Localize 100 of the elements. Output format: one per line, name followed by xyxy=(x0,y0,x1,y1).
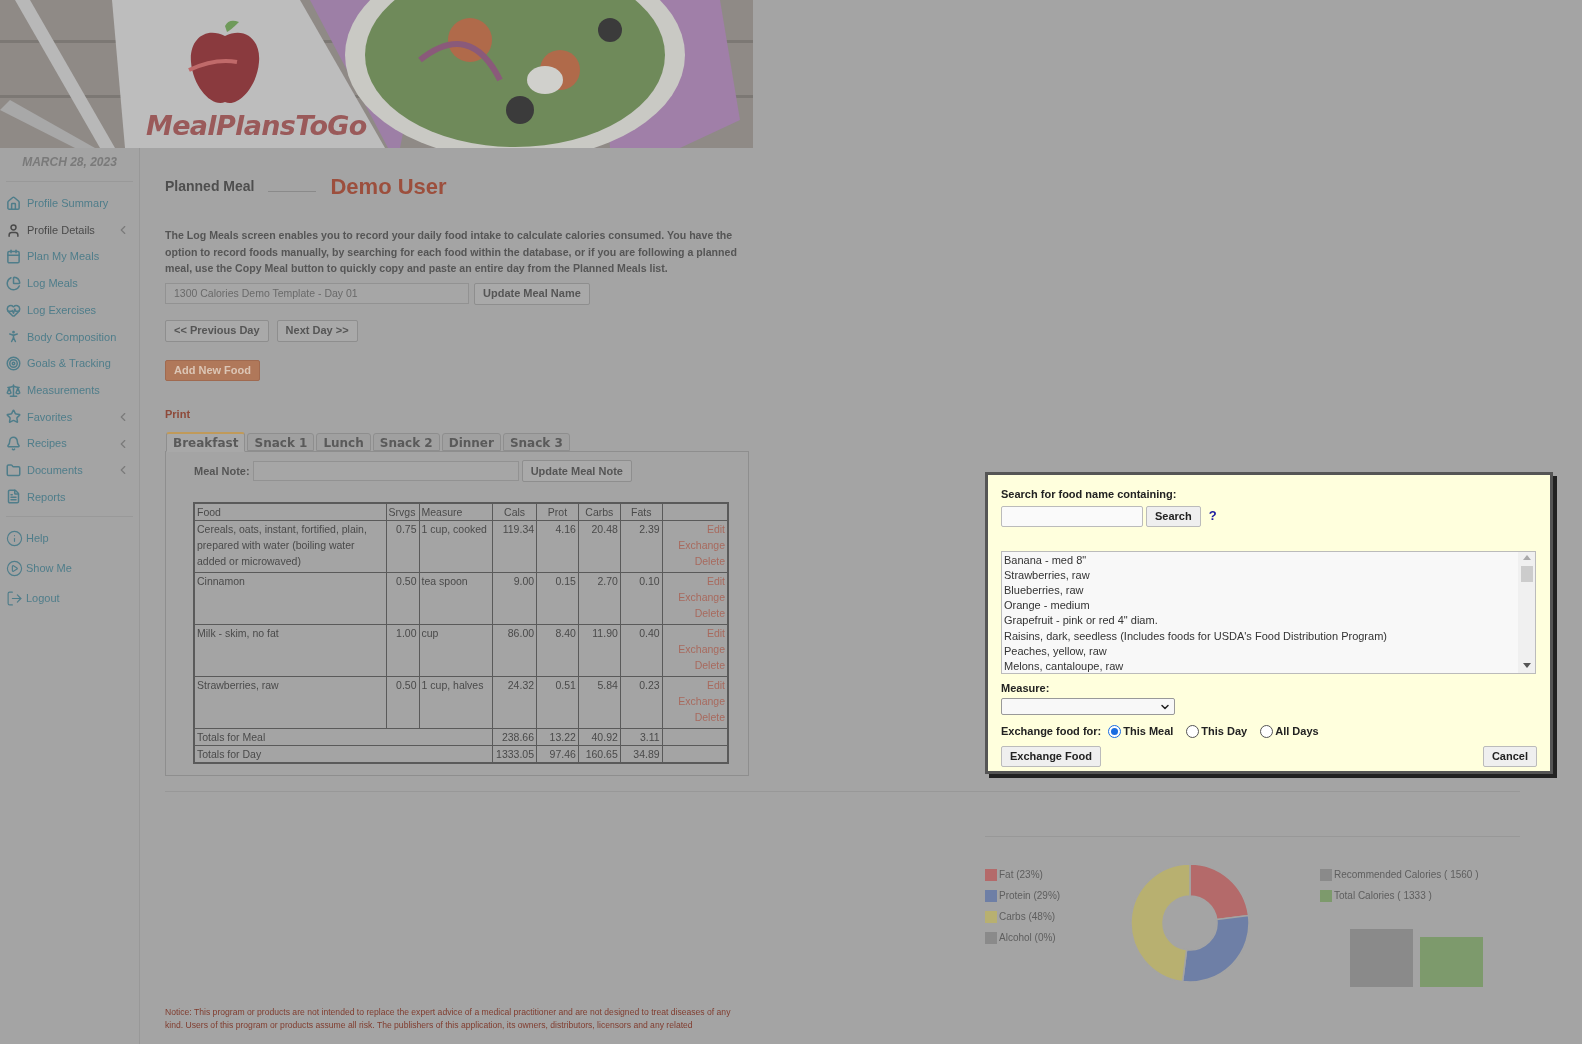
food-option[interactable]: Banana - med 8" xyxy=(1004,552,1518,568)
table-cell: Totals for Meal xyxy=(194,728,493,746)
exchange-scope-label: Exchange food for: xyxy=(1001,724,1102,739)
table-cell: 0.23 xyxy=(620,676,663,729)
action-link[interactable]: Exchange xyxy=(678,589,725,605)
action-link[interactable]: Edit xyxy=(706,677,725,693)
search-field[interactable] xyxy=(1001,505,1143,527)
next-day-button[interactable]: Next Day >> xyxy=(276,319,358,342)
legend-label: Carbs (48%) xyxy=(999,910,1056,924)
add-new-food-button[interactable]: Add New Food xyxy=(165,359,260,381)
action-link[interactable]: Edit xyxy=(706,521,725,537)
sidebar-item[interactable]: Profile Summary xyxy=(6,190,133,217)
sidebar-item[interactable]: Log Meals xyxy=(6,270,133,297)
sidebar-item[interactable]: Help xyxy=(6,523,133,554)
exchange-food-button[interactable]: Exchange Food xyxy=(1001,745,1101,767)
table-cell: Totals for Day xyxy=(194,745,493,763)
measure-select[interactable] xyxy=(1001,698,1175,715)
sidebar-item[interactable]: Goals & Tracking xyxy=(6,350,133,377)
food-option[interactable]: Blueberries, raw xyxy=(1004,582,1518,599)
food-option[interactable]: Raisins, dark, seedless (Includes foods for USDA's Food Distribution Program) xyxy=(1004,628,1518,644)
play-icon xyxy=(6,559,23,577)
target-icon xyxy=(6,355,21,371)
page-title: Planned Meal xyxy=(165,177,255,196)
action-link[interactable]: Delete xyxy=(694,553,725,569)
meal-tab[interactable]: Snack 3 xyxy=(502,433,570,451)
meal-note-label: Meal Note: xyxy=(194,463,250,479)
logo-text: MealPlansToGo xyxy=(146,112,367,139)
table-cell: 8.40 xyxy=(536,624,579,677)
sidebar-item[interactable]: Logout xyxy=(6,583,133,614)
sidebar-item[interactable]: Recipes xyxy=(6,430,133,457)
bell-icon xyxy=(6,436,21,452)
info-icon xyxy=(6,529,23,547)
house-icon xyxy=(6,195,21,211)
column-header: Fats xyxy=(620,503,663,521)
food-option[interactable]: Peaches, yellow, raw xyxy=(1004,643,1518,659)
action-link[interactable]: Exchange xyxy=(678,693,725,709)
food-option[interactable]: Grapefruit - pink or red 4" diam. xyxy=(1004,613,1518,629)
pie-chart-icon xyxy=(6,275,21,291)
sidebar-item[interactable]: Log Exercises xyxy=(6,296,133,324)
help-link[interactable]: ? xyxy=(1208,506,1217,526)
table-cell: 1 cup, halves xyxy=(419,676,493,729)
food-option[interactable]: Melons, cantaloupe, raw xyxy=(1004,658,1518,675)
meal-tab[interactable]: Snack 1 xyxy=(247,433,315,451)
scope-radio[interactable]: All Days xyxy=(1260,723,1319,740)
table-cell: 11.90 xyxy=(578,624,621,677)
table-cell: 1.00 xyxy=(386,624,420,677)
scope-radio[interactable]: This Meal xyxy=(1108,723,1174,740)
meal-tab[interactable]: Snack 2 xyxy=(372,433,440,451)
meal-tab[interactable]: Lunch xyxy=(316,433,371,451)
action-link[interactable]: Edit xyxy=(706,625,725,641)
sidebar-item[interactable]: Profile Details xyxy=(6,216,133,244)
sidebar-item[interactable]: Measurements xyxy=(6,376,133,404)
search-button[interactable]: Search xyxy=(1146,505,1201,527)
table-cell: 2.70 xyxy=(578,572,621,625)
action-link[interactable]: Exchange xyxy=(678,641,725,657)
column-header: Cals xyxy=(492,503,537,521)
food-list[interactable] xyxy=(1001,550,1536,674)
document-icon xyxy=(6,489,21,505)
sidebar-item[interactable]: Documents xyxy=(6,456,133,484)
table-cell: 3.11 xyxy=(620,728,663,746)
table-cell: 4.16 xyxy=(536,520,579,573)
meal-name-field[interactable]: 1300 Calories Demo Template - Day 01 xyxy=(165,282,469,304)
table-cell: 238.66 xyxy=(492,728,537,746)
person-icon xyxy=(6,222,21,238)
legend-label: Alcohol (0%) xyxy=(999,931,1056,945)
action-link[interactable]: Delete xyxy=(694,657,725,673)
action-link[interactable]: Exchange xyxy=(678,537,725,553)
sidebar-item[interactable]: Reports xyxy=(6,483,133,511)
table-cell: 0.40 xyxy=(620,624,663,677)
sidebar-item[interactable]: Favorites xyxy=(6,403,133,431)
update-meal-name-button[interactable]: Update Meal Name xyxy=(474,282,590,305)
table-cell: tea spoon xyxy=(419,572,493,625)
sidebar-item[interactable]: Body Composition xyxy=(6,323,133,351)
food-option[interactable]: Strawberries, raw xyxy=(1004,567,1518,583)
meal-tab[interactable]: Dinner xyxy=(441,433,501,451)
column-header: Carbs xyxy=(578,503,621,521)
previous-day-button[interactable]: << Previous Day xyxy=(165,319,269,342)
scope-radio[interactable]: This Day xyxy=(1186,723,1248,740)
meal-tab[interactable]: Breakfast xyxy=(166,432,246,452)
update-meal-note-button[interactable]: Update Meal Note xyxy=(521,460,632,482)
table-cell: 0.10 xyxy=(620,572,663,625)
sidebar-item[interactable]: Show Me xyxy=(6,553,133,584)
table-cell: 0.51 xyxy=(536,676,579,729)
cancel-button[interactable]: Cancel xyxy=(1482,745,1537,767)
table-cell: 86.00 xyxy=(492,624,537,677)
table-cell: 0.75 xyxy=(386,520,420,573)
print-link[interactable]: Print xyxy=(165,405,191,422)
calendar-icon xyxy=(6,249,21,265)
table-cell: 9.00 xyxy=(492,572,537,625)
table-cell: 0.50 xyxy=(386,572,420,625)
scrollbar[interactable] xyxy=(1518,551,1535,673)
action-link[interactable]: Delete xyxy=(694,709,725,725)
logout-icon xyxy=(6,589,23,607)
action-link[interactable]: Delete xyxy=(694,605,725,621)
table-cell: 40.92 xyxy=(578,728,621,746)
notice-text: Notice: This program or products are not intended to replace the expert advice of a medical practitioner and are not designed to treat diseases of any kind. Users of this program or products assume all risk. The publishers of this application, its owners, distributors, licensors and any related xyxy=(165,1006,732,1032)
action-link[interactable]: Edit xyxy=(706,573,725,589)
sidebar-item[interactable]: Plan My Meals xyxy=(6,243,133,271)
table-cell: Strawberries, raw xyxy=(194,676,387,729)
food-option[interactable]: Orange - medium xyxy=(1004,598,1518,614)
